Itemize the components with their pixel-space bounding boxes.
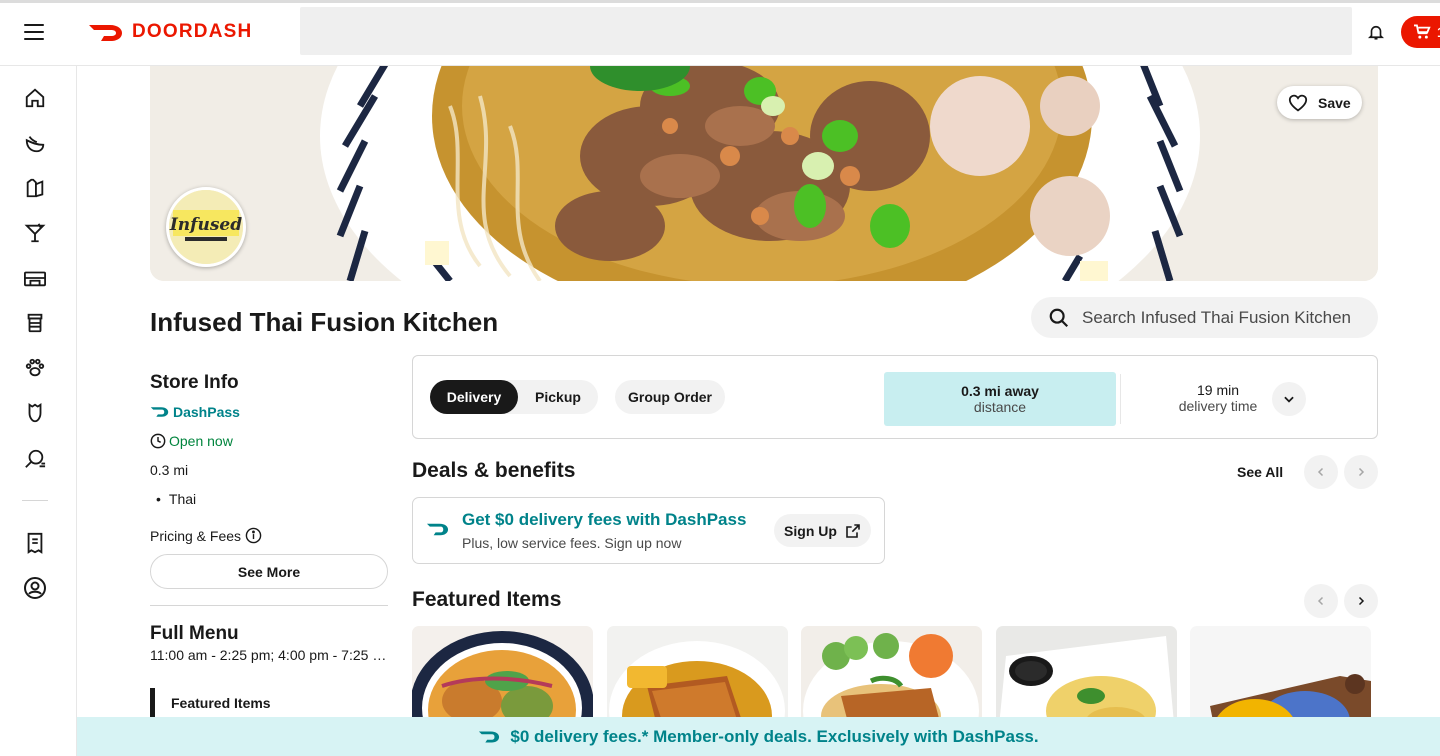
- store-info-heading: Store Info: [150, 372, 239, 393]
- global-search-bar[interactable]: [300, 7, 1352, 55]
- dashpass-promo-banner[interactable]: $0 delivery fees.* Member-only deals. Ex…: [77, 717, 1440, 756]
- chevron-down-icon[interactable]: [1272, 382, 1306, 416]
- group-order-button[interactable]: Group Order: [615, 380, 725, 414]
- top-navigation-bar: DOORDASH 1: [0, 0, 1440, 66]
- delivery-time-label: delivery time: [1178, 398, 1258, 414]
- alcohol-icon[interactable]: [23, 221, 47, 245]
- chevron-left-icon: [1317, 596, 1324, 606]
- pickup-tab[interactable]: Pickup: [520, 380, 596, 414]
- save-button[interactable]: Save: [1277, 86, 1362, 119]
- home-icon[interactable]: [23, 86, 47, 110]
- store-distance: 0.3 mi: [150, 462, 189, 478]
- convenience-icon[interactable]: [23, 266, 47, 290]
- promo-text: $0 delivery fees.* Member-only deals. Ex…: [510, 726, 1039, 746]
- see-more-button[interactable]: See More: [150, 554, 388, 589]
- save-label: Save: [1318, 94, 1351, 111]
- store-search-input[interactable]: [1082, 307, 1362, 328]
- distance-info[interactable]: 0.3 mi away distance: [884, 372, 1116, 426]
- dashpass-badge: DashPass: [150, 404, 240, 420]
- chevron-right-icon: [1358, 596, 1365, 606]
- sign-up-button[interactable]: Sign Up: [774, 514, 871, 547]
- pets-icon[interactable]: [23, 356, 47, 380]
- menu-category-featured[interactable]: Featured Items: [150, 688, 271, 718]
- cuisine-tag: • Thai: [156, 491, 196, 507]
- clock-icon: [150, 433, 166, 449]
- cuisine-label: Thai: [168, 491, 197, 507]
- featured-heading: Featured Items: [412, 588, 562, 611]
- brand-name: DOORDASH: [132, 21, 253, 42]
- external-link-icon: [846, 523, 860, 538]
- full-menu-heading: Full Menu: [150, 623, 239, 644]
- store-logo: Infused: [166, 187, 246, 267]
- store-search[interactable]: [1031, 297, 1378, 338]
- open-status-label: Open now: [169, 433, 233, 449]
- delivery-time-value: 19 min: [1196, 382, 1240, 398]
- search-browse-icon[interactable]: [23, 447, 47, 471]
- store-hero-image: [150, 66, 1378, 281]
- options-separator: [1120, 374, 1121, 424]
- open-status: Open now: [150, 433, 233, 449]
- see-all-link[interactable]: See All: [1237, 464, 1283, 480]
- cart-button[interactable]: 1: [1401, 16, 1440, 48]
- heart-icon: [1288, 94, 1308, 111]
- doordash-logo[interactable]: DOORDASH: [88, 20, 252, 44]
- menu-hours: 11:00 am - 2:25 pm; 4:00 pm - 7:25 pm: [150, 647, 388, 663]
- account-icon[interactable]: [23, 576, 47, 600]
- pricing-label: Pricing & Fees: [150, 527, 242, 544]
- featured-next-button[interactable]: [1344, 584, 1378, 618]
- left-divider: [150, 605, 388, 606]
- deal-subtitle: Plus, low service fees. Sign up now: [462, 535, 682, 551]
- search-icon: [1049, 308, 1069, 327]
- grocery-icon[interactable]: [23, 131, 47, 155]
- distance-value: 0.3 mi away: [961, 383, 1039, 399]
- store-logo-text: Infused: [169, 215, 242, 235]
- deals-prev-button[interactable]: [1304, 455, 1338, 489]
- chevron-left-icon: [1317, 467, 1324, 477]
- dashpass-icon: [150, 407, 169, 417]
- beauty-icon[interactable]: [23, 401, 47, 425]
- dashpass-icon: [426, 523, 449, 536]
- left-sidebar: [0, 66, 77, 756]
- doordash-logo-icon: [89, 25, 122, 41]
- delivery-time-info: 19 min delivery time: [1160, 382, 1276, 414]
- sidebar-divider: [22, 500, 48, 501]
- distance-label: distance: [973, 399, 1027, 415]
- cart-icon: [1414, 24, 1431, 39]
- dashpass-label: DashPass: [173, 404, 240, 420]
- top-edge-line: [0, 0, 1440, 3]
- store-name: Infused Thai Fusion Kitchen: [150, 307, 499, 337]
- featured-prev-button[interactable]: [1304, 584, 1338, 618]
- orders-icon[interactable]: [23, 531, 47, 555]
- bell-icon[interactable]: [1360, 16, 1392, 48]
- chevron-right-icon: [1358, 467, 1365, 477]
- sign-up-label: Sign Up: [784, 522, 837, 539]
- pricing-fees[interactable]: Pricing & Fees: [150, 527, 262, 544]
- deals-next-button[interactable]: [1344, 455, 1378, 489]
- info-icon[interactable]: [245, 527, 262, 544]
- menu-icon[interactable]: [24, 22, 46, 42]
- bullet-icon: •: [156, 491, 161, 507]
- pharmacy-icon[interactable]: [23, 311, 47, 335]
- dashpass-icon: [479, 731, 500, 742]
- delivery-tab[interactable]: Delivery: [430, 380, 518, 414]
- deal-title: Get $0 delivery fees with DashPass: [462, 510, 747, 529]
- retail-icon[interactable]: [23, 176, 47, 200]
- deals-heading: Deals & benefits: [412, 459, 576, 482]
